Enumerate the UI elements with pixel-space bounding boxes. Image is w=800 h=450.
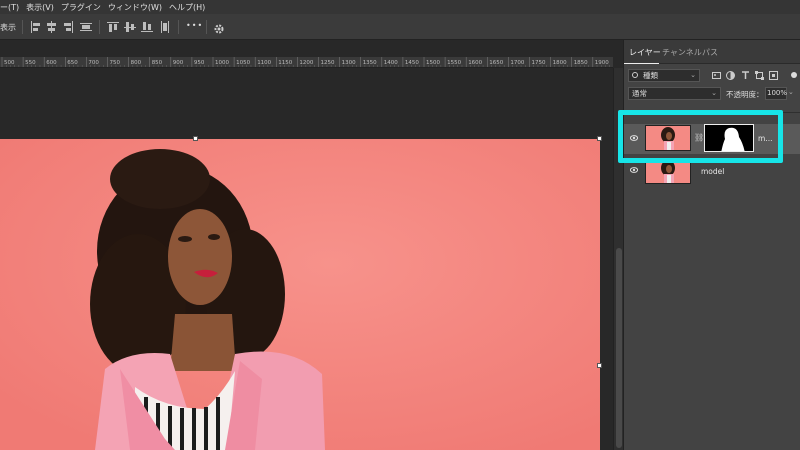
panel-tabs: レイヤー チャンネル パス — [624, 40, 800, 64]
ruler-tick-label: 1650 — [489, 60, 503, 66]
ruler-tick-label: 1850 — [574, 60, 588, 66]
chevron-down-icon: ⌄ — [711, 89, 717, 97]
layer-filter-row: 種類 ⌄ — [624, 66, 800, 84]
scrollbar-thumb[interactable] — [616, 248, 622, 448]
chevron-down-icon[interactable]: ⌄ — [788, 88, 794, 96]
ruler-tick-label: 1200 — [299, 60, 313, 66]
show-transform-label[interactable]: 表示 — [0, 22, 16, 33]
ruler-tick-label: 1250 — [321, 60, 335, 66]
ruler-tick-label: 900 — [173, 60, 184, 66]
menu-window[interactable]: ウィンドウ(W) — [108, 2, 162, 13]
ruler-tick-label: 750 — [110, 60, 121, 66]
ruler-tick-label: 1800 — [553, 60, 567, 66]
chevron-down-icon: ⌄ — [690, 71, 696, 79]
ruler-tick-label: 650 — [67, 60, 78, 66]
blend-row: 通常 ⌄ 不透明度： 100% ⌄ — [624, 86, 800, 102]
align-horizontal-center-icon[interactable] — [45, 21, 57, 33]
ruler-tick-label: 1050 — [236, 60, 250, 66]
blend-mode-select[interactable]: 通常 ⌄ — [628, 87, 721, 100]
divider — [206, 20, 207, 34]
ruler-tick-label: 1400 — [384, 60, 398, 66]
tab-channels[interactable]: チャンネル — [662, 47, 702, 58]
ruler-tick-label: 1000 — [215, 60, 229, 66]
ruler-tick-label: 850 — [152, 60, 163, 66]
ruler-tick-label: 800 — [131, 60, 142, 66]
ruler-tick-label: 1600 — [468, 60, 482, 66]
divider — [178, 20, 179, 34]
ruler-tick-label: 1450 — [405, 60, 419, 66]
transform-handle-top-right[interactable] — [597, 136, 602, 141]
type-filter-icon[interactable] — [741, 71, 750, 80]
more-options-icon[interactable]: ••• — [186, 21, 203, 30]
layers-panel: レイヤー チャンネル パス 種類 ⌄ 通常 ⌄ 不透明度： 100% ⌄ ⛓ m… — [623, 40, 800, 450]
filter-kind-select[interactable]: 種類 ⌄ — [628, 69, 700, 82]
ruler-tick-label: 600 — [46, 60, 57, 66]
options-bar: 表示 ••• — [0, 14, 800, 40]
ruler-tick-label: 950 — [194, 60, 205, 66]
align-top-icon[interactable] — [107, 21, 119, 33]
filter-toggle[interactable] — [791, 72, 797, 78]
adjustment-filter-icon[interactable] — [726, 71, 735, 80]
ruler-tick-label: 1300 — [342, 60, 356, 66]
menu-bar: ー(T) 表示(V) プラグイン ウィンドウ(W) ヘルプ(H) — [0, 0, 800, 14]
align-vertical-center-icon[interactable] — [124, 21, 136, 33]
menu-help[interactable]: ヘルプ(H) — [169, 2, 205, 13]
menu-type[interactable]: ー(T) — [0, 2, 19, 13]
menu-view[interactable]: 表示(V) — [26, 2, 54, 13]
ruler-tick-label: 1900 — [595, 60, 609, 66]
eye-icon[interactable] — [630, 167, 638, 173]
ruler-tick-label: 1550 — [447, 60, 461, 66]
tab-paths[interactable]: パス — [702, 47, 718, 58]
canvas-area[interactable] — [0, 68, 613, 450]
ruler-tick-label: 1500 — [426, 60, 440, 66]
smart-object-filter-icon[interactable] — [769, 71, 778, 80]
ruler-tick-label: 1350 — [363, 60, 377, 66]
align-right-icon[interactable] — [62, 21, 74, 33]
horizontal-ruler: 500 550 600 650 700 750 800 850 900 950 1000 1050 11… — [0, 57, 613, 68]
shape-filter-icon[interactable] — [755, 71, 764, 80]
ruler-tick-label: 1100 — [257, 60, 271, 66]
tab-layers[interactable]: レイヤー — [629, 47, 661, 58]
align-left-icon[interactable] — [30, 21, 42, 33]
search-icon — [632, 72, 638, 78]
gear-icon[interactable] — [213, 20, 225, 34]
ruler-tick-label: 1750 — [532, 60, 546, 66]
divider — [99, 20, 100, 34]
model-photo[interactable] — [0, 139, 600, 450]
ruler-tick-label: 550 — [25, 60, 36, 66]
layer-name[interactable]: model — [701, 167, 724, 176]
align-bottom-icon[interactable] — [141, 21, 153, 33]
filter-kind-value: 種類 — [643, 71, 658, 80]
menu-plugins[interactable]: プラグイン — [61, 2, 101, 13]
pixel-filter-icon[interactable] — [712, 71, 721, 80]
transform-handle-right[interactable] — [597, 363, 602, 368]
highlight-box — [618, 110, 783, 163]
ruler-tick-label: 1700 — [510, 60, 524, 66]
opacity-label: 不透明度： — [726, 90, 764, 99]
opacity-input[interactable]: 100% — [765, 87, 787, 100]
divider — [22, 20, 23, 34]
distribute-icon[interactable] — [80, 21, 92, 33]
distribute-vertical-icon[interactable] — [159, 21, 171, 33]
ruler-tick-label: 700 — [88, 60, 99, 66]
transform-handle-top[interactable] — [193, 136, 198, 141]
ruler-tick-label: 1150 — [278, 60, 292, 66]
ruler-tick-label: 500 — [4, 60, 15, 66]
active-tab-indicator — [624, 63, 659, 64]
blend-mode-value: 通常 — [632, 89, 647, 98]
